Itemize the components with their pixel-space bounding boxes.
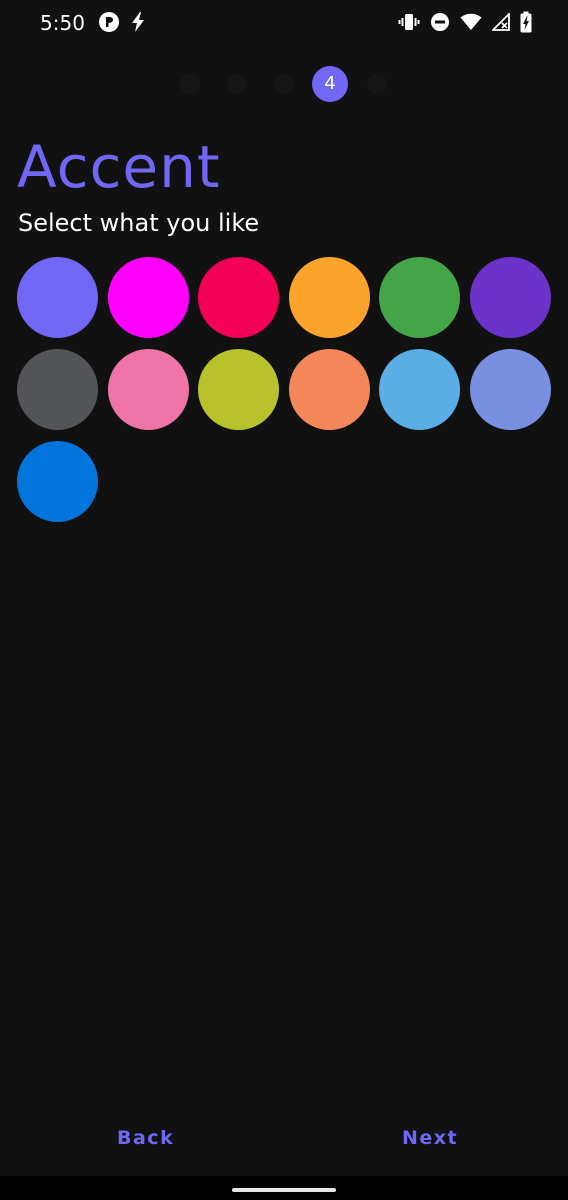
battery-charging-icon (520, 11, 532, 33)
color-swatch-12[interactable] (470, 349, 551, 430)
no-signal-icon (492, 13, 510, 31)
color-swatch-1[interactable] (17, 257, 98, 338)
status-left-icons (98, 11, 146, 33)
step-dot-1 (180, 74, 200, 94)
color-swatch-7[interactable] (17, 349, 98, 430)
app-notification-icon (98, 11, 120, 33)
page-title: Accent (17, 133, 221, 201)
color-swatch-13[interactable] (17, 441, 98, 522)
color-swatch-2[interactable] (107, 257, 189, 338)
wifi-icon (460, 13, 482, 31)
flash-icon (130, 11, 146, 33)
gesture-navigation-area (0, 1176, 568, 1200)
step-dot-5 (367, 74, 387, 94)
page-subtitle: Select what you like (18, 209, 260, 237)
status-right-icons (398, 11, 532, 33)
color-swatch-9[interactable] (198, 349, 280, 430)
step-current: 4 (312, 66, 348, 102)
color-swatch-3[interactable] (198, 257, 280, 338)
step-indicator: 4 (0, 66, 568, 102)
color-swatch-11[interactable] (379, 349, 461, 430)
color-swatch-6[interactable] (470, 257, 551, 338)
step-dot-2 (227, 74, 247, 94)
vibrate-icon (398, 11, 420, 33)
color-swatch-8[interactable] (107, 349, 189, 430)
color-swatch-4[interactable] (288, 257, 370, 338)
color-swatch-5[interactable] (379, 257, 461, 338)
status-bar: 5:50 (0, 0, 568, 46)
back-button[interactable]: Back (107, 1116, 184, 1160)
do-not-disturb-icon (430, 12, 450, 32)
color-swatch-10[interactable] (288, 349, 370, 430)
step-dot-3 (274, 74, 294, 94)
status-time: 5:50 (40, 11, 85, 35)
next-button[interactable]: Next (392, 1116, 468, 1160)
gesture-handle[interactable] (232, 1188, 336, 1192)
